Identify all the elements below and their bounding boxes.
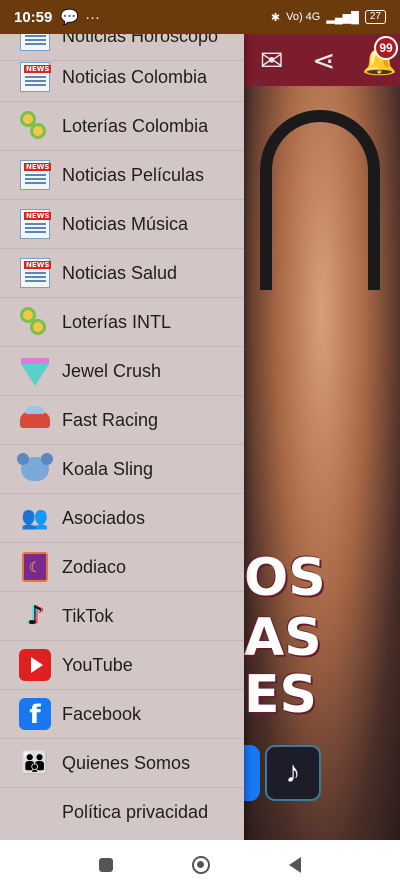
drawer-item-loterias-colombia[interactable]: Loterías Colombia — [0, 102, 244, 151]
home-button[interactable] — [191, 855, 210, 874]
news-icon — [18, 158, 52, 192]
drawer-item-label: Noticias Horóscopo — [62, 34, 219, 46]
overlay-text-line: OS — [244, 548, 326, 608]
drawer-item-label: Noticias Música — [62, 213, 189, 234]
car-icon — [18, 403, 52, 437]
headphones-graphic — [260, 110, 380, 290]
drawer-item-noticias-peliculas[interactable]: Noticias Películas — [0, 151, 244, 200]
news-icon — [18, 207, 52, 241]
tiktok-icon: ♪ — [26, 601, 44, 631]
bluetooth-icon: ✱ — [270, 11, 281, 24]
youtube-icon — [18, 648, 52, 682]
drawer-item-tiktok[interactable]: ♪ TikTok — [0, 592, 244, 641]
coins-icon — [18, 305, 52, 339]
tiktok-icon: ♪ — [285, 756, 301, 789]
status-time: 10:59 — [14, 8, 53, 26]
drawer-item-label: Noticias Salud — [62, 262, 178, 283]
drawer-item-quienes-somos[interactable]: 👪 Quienes Somos — [0, 739, 244, 788]
drawer-item-politica-privacidad[interactable]: Política privacidad — [0, 788, 244, 837]
facebook-icon: f — [18, 697, 52, 731]
drawer-item-label: Política privacidad — [62, 802, 209, 822]
overlay-text-line: ES — [244, 665, 317, 725]
koala-icon — [17, 452, 53, 486]
mail-icon[interactable]: ✉ — [260, 44, 283, 77]
signal-icon: ▂▄▆█ — [326, 11, 359, 24]
drawer-item-label: Jewel Crush — [62, 360, 162, 381]
drawer-item-label: Noticias Películas — [62, 164, 205, 185]
recents-button[interactable] — [99, 857, 114, 872]
drawer-item-label: Koala Sling — [62, 458, 154, 479]
drawer-item-label: Loterías INTL — [62, 311, 172, 332]
drawer-item-label: Noticias Colombia — [62, 66, 208, 87]
drawer-item-noticias-salud[interactable]: Noticias Salud — [0, 249, 244, 298]
overlay-text-line: AS — [244, 608, 322, 668]
drawer-item-noticias-musica[interactable]: Noticias Música — [0, 200, 244, 249]
drawer-item-youtube[interactable]: YouTube — [0, 641, 244, 690]
drawer-item-facebook[interactable]: f Facebook — [0, 690, 244, 739]
drawer-item-noticias-colombia[interactable]: Noticias Colombia — [0, 53, 244, 102]
drawer-item-label: YouTube — [62, 654, 133, 675]
drawer-item-loterias-intl[interactable]: Loterías INTL — [0, 298, 244, 347]
coins-icon — [18, 109, 52, 143]
share-icon[interactable]: ⋖ — [312, 44, 335, 77]
news-icon — [18, 256, 52, 290]
drawer-item-label: Asociados — [62, 507, 146, 528]
news-icon — [18, 60, 52, 94]
tiktok-tile[interactable]: ♪ — [265, 745, 321, 801]
drawer-item-label: Facebook — [62, 703, 142, 724]
navigation-drawer: Noticias Horóscopo Noticias Colombia Lot… — [0, 34, 244, 840]
drawer-item-fast-racing[interactable]: Fast Racing — [0, 396, 244, 445]
drawer-item-koala-sling[interactable]: Koala Sling — [0, 445, 244, 494]
network-label: Vo) 4G — [286, 11, 321, 23]
battery-icon: 27 — [364, 10, 386, 24]
team-icon: 👪 — [21, 750, 49, 775]
notification-badge: 99 — [374, 36, 398, 60]
drawer-item-zodiaco[interactable]: ☾ Zodiaco — [0, 543, 244, 592]
facebook-tile[interactable] — [244, 745, 260, 801]
drawer-item-jewel-crush[interactable]: Jewel Crush — [0, 347, 244, 396]
status-bar: 10:59 💬 ··· ✱ Vo) 4G ▂▄▆█ 27 — [0, 0, 400, 34]
more-notifications-icon: ··· — [85, 8, 101, 26]
chat-notification-icon: 💬 — [60, 9, 80, 26]
drawer-item-label: TikTok — [62, 605, 114, 626]
drawer-item-asociados[interactable]: 👥 Asociados — [0, 494, 244, 543]
people-icon: 👥 — [21, 505, 49, 530]
drawer-item-label: Fast Racing — [62, 409, 159, 430]
back-button[interactable] — [288, 856, 301, 873]
drawer-item-label: Zodiaco — [62, 556, 127, 577]
drawer-item-label: Quienes Somos — [62, 752, 191, 773]
jewel-icon — [18, 354, 52, 388]
zodiac-icon: ☾ — [18, 550, 52, 584]
news-icon — [18, 34, 52, 53]
system-nav-bar — [0, 840, 400, 889]
drawer-item-label: Loterías Colombia — [62, 115, 209, 136]
